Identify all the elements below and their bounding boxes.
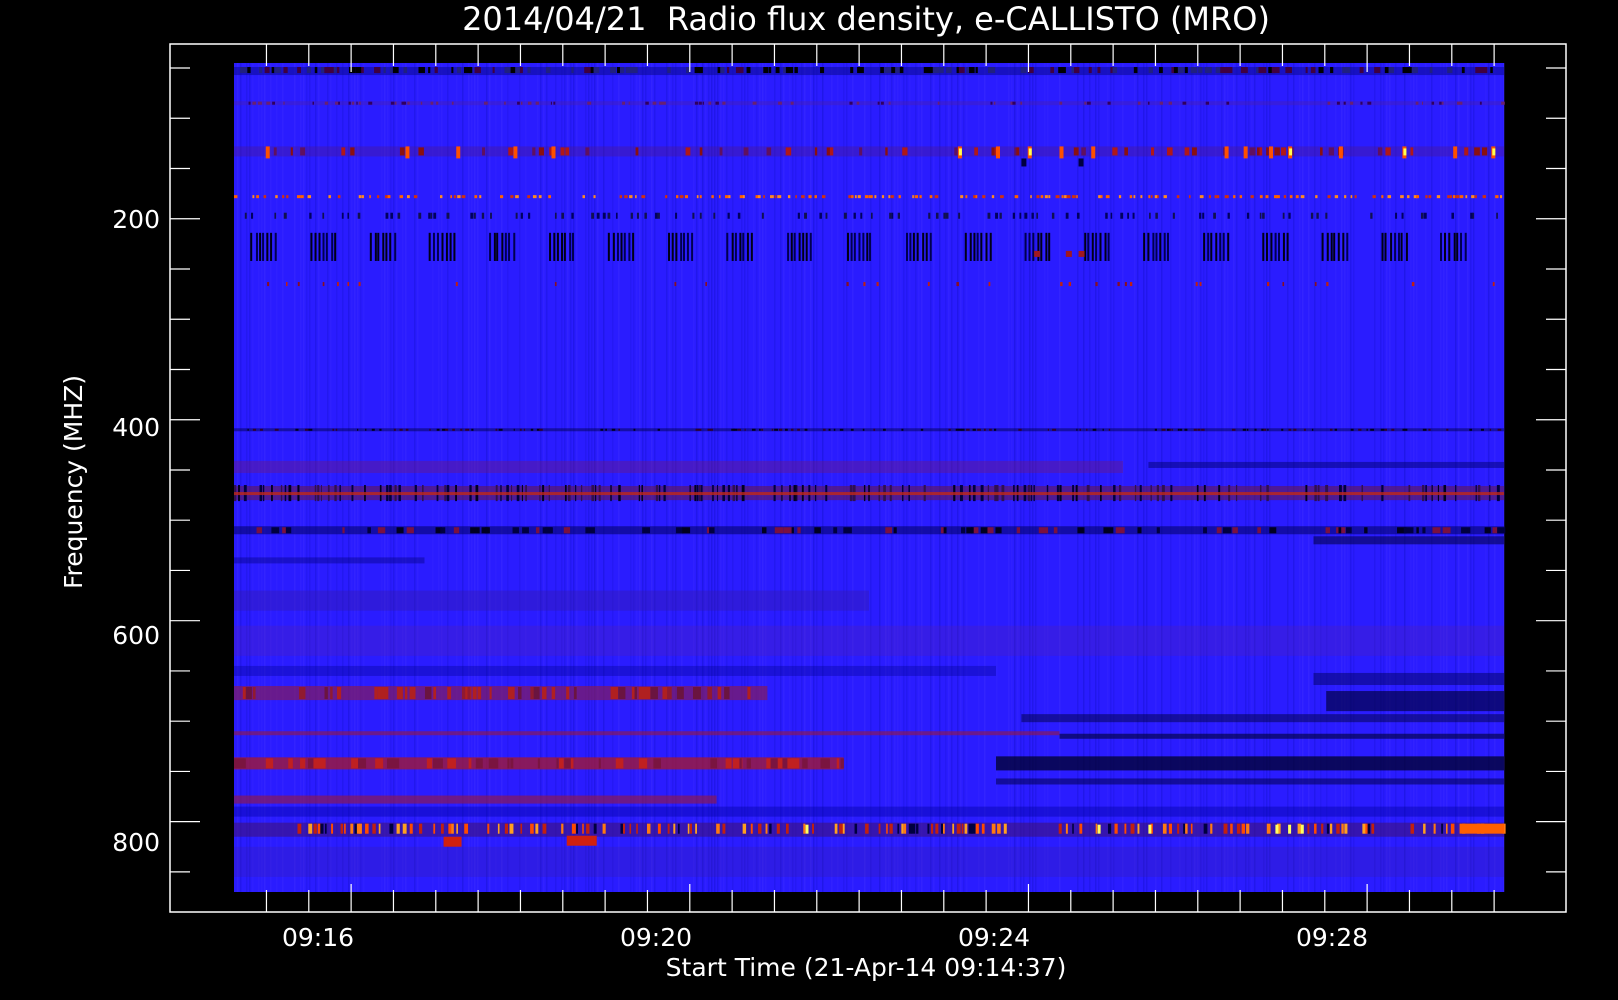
band-55-mhz: [234, 67, 1504, 76]
band-742-mhz-dark: [996, 756, 1504, 771]
spectrogram-figure: 2014/04/21 Radio flux density, e-CALLIST…: [0, 0, 1618, 1000]
x-tick-label: 09:28: [1296, 923, 1368, 952]
band-85-mhz: [234, 101, 1505, 106]
band-790-mhz: [234, 806, 1504, 817]
spectrogram-heatmap: [234, 63, 1506, 892]
band-695-mhz-right: [1021, 714, 1504, 723]
band-580-mhz: [234, 590, 869, 611]
band-760-mhz-dark: [996, 778, 1504, 785]
chart-title: 2014/04/21 Radio flux density, e-CALLIST…: [462, 0, 1270, 38]
y-tick-label: 800: [112, 828, 160, 857]
band-840-mhz: [234, 846, 1504, 877]
band-672-mhz: [234, 686, 768, 701]
y-tick-label: 200: [112, 205, 160, 234]
band-650-mhz: [234, 665, 996, 676]
band-473-mhz: [234, 485, 1504, 502]
x-tick-label: 09:20: [620, 923, 692, 952]
band-445-mhz-dark: [1148, 461, 1504, 468]
band-540-mhz: [234, 557, 425, 564]
y-axis-label: Frequency (MHZ): [59, 375, 88, 589]
band-715-mhz-right: [1059, 733, 1504, 739]
x-axis-label: Start Time (21-Apr-14 09:14:37): [666, 953, 1067, 982]
band-520-mhz: [1313, 536, 1504, 545]
band-660-mhz-right: [1313, 672, 1504, 686]
band-712-mhz: [234, 731, 1060, 736]
y-tick-label: 400: [112, 413, 160, 442]
band-678-mhz-right: [1326, 691, 1504, 712]
x-tick-label: 09:24: [958, 923, 1030, 952]
x-tick-label: 09:16: [282, 923, 354, 952]
band-778-mhz: [234, 795, 717, 804]
band-447-mhz: [234, 460, 1123, 473]
band-410-mhz: [234, 428, 1504, 432]
band-620-mhz: [234, 625, 1504, 656]
band-742-mhz: [234, 757, 844, 770]
y-tick-label: 600: [112, 621, 160, 650]
band-510-mhz: [234, 526, 1506, 535]
